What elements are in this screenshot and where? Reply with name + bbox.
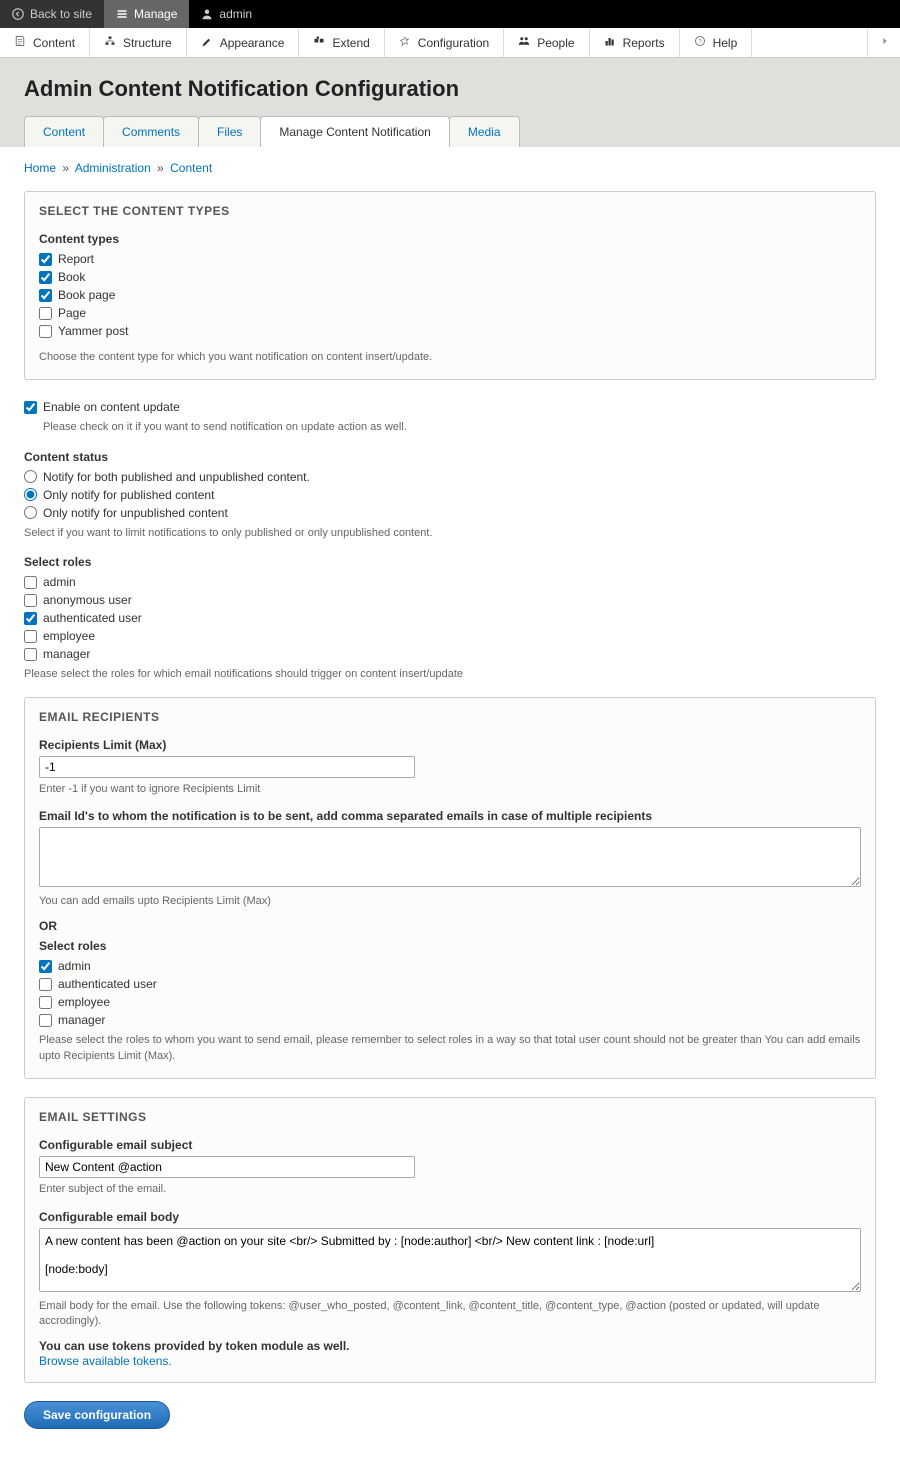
menu-reports[interactable]: Reports [590,28,680,57]
structure-icon [104,35,116,50]
recipient-roles-desc: Please select the roles to whom you want… [39,1033,861,1064]
ct-yammer-checkbox[interactable] [39,325,52,338]
user-menu[interactable]: admin [189,0,264,28]
cs-both-radio[interactable] [24,470,37,483]
recipients-limit-label: Recipients Limit (Max) [39,738,861,752]
reports-icon [604,35,616,50]
tokens-note: You can use tokens provided by token mod… [39,1339,861,1353]
content-status-section: Content status Notify for both published… [24,450,876,541]
email-settings-fieldset: Email Settings Configurable email subjec… [24,1097,876,1383]
recipients-limit-desc: Enter -1 if you want to ignore Recipient… [39,782,861,797]
menu-structure[interactable]: Structure [90,28,187,57]
select-roles-section: Select roles admin anonymous user authen… [24,555,876,682]
content-types-legend: Select the content types [25,192,875,226]
cs-published-radio[interactable] [24,488,37,501]
role-authenticated-checkbox[interactable] [24,612,37,625]
content-status-desc: Select if you want to limit notification… [24,526,876,541]
user-icon [201,8,213,20]
manage-label: Manage [134,7,177,21]
appearance-icon [201,35,213,50]
recipient-roles-label: Select roles [39,939,861,953]
recip-role-manager-checkbox[interactable] [39,1014,52,1027]
body-desc: Email body for the email. Use the follow… [39,1299,861,1330]
recip-role-employee-checkbox[interactable] [39,996,52,1009]
menu-content[interactable]: Content [0,28,90,57]
emails-textarea[interactable] [39,827,861,887]
content-area: Home » Administration » Content Select t… [0,147,900,1459]
collapse-icon [878,35,890,50]
content-types-label: Content types [39,232,861,246]
user-label: admin [219,7,252,21]
content-types-fieldset: Select the content types Content types R… [24,191,876,380]
ct-page-checkbox[interactable] [39,307,52,320]
svg-text:?: ? [698,39,702,45]
menu-configuration[interactable]: Configuration [385,28,504,57]
breadcrumb-home[interactable]: Home [24,161,56,175]
role-admin-checkbox[interactable] [24,576,37,589]
menu-people[interactable]: People [504,28,589,57]
subject-desc: Enter subject of the email. [39,1182,861,1197]
recip-role-authenticated-checkbox[interactable] [39,978,52,991]
menu-extend[interactable]: Extend [299,28,384,57]
subject-input[interactable] [39,1156,415,1178]
content-status-label: Content status [24,450,876,464]
tab-comments[interactable]: Comments [103,116,199,147]
enable-update-checkbox[interactable] [24,401,37,414]
help-icon: ? [694,35,706,50]
back-to-site[interactable]: Back to site [0,0,104,28]
role-employee-checkbox[interactable] [24,630,37,643]
ct-book-checkbox[interactable] [39,271,52,284]
tab-media[interactable]: Media [449,116,520,147]
configuration-icon [399,35,411,50]
recipients-limit-input[interactable] [39,756,415,778]
menu-appearance[interactable]: Appearance [187,28,300,57]
email-recipients-fieldset: Email Recipients Recipients Limit (Max) … [24,697,876,1080]
role-manager-checkbox[interactable] [24,648,37,661]
page-header: Admin Content Notification Configuration… [0,58,900,147]
content-types-desc: Choose the content type for which you wa… [39,350,861,365]
recip-role-admin-checkbox[interactable] [39,960,52,973]
email-settings-legend: Email Settings [25,1098,875,1132]
save-configuration-button[interactable]: Save configuration [24,1401,170,1429]
content-icon [14,35,26,50]
breadcrumb: Home » Administration » Content [24,161,876,175]
top-toolbar: Back to site Manage admin [0,0,900,28]
back-arrow-icon [12,8,24,20]
extend-icon [313,35,325,50]
enable-update-section: Enable on content update Please check on… [24,398,876,435]
manage-toggle[interactable]: Manage [104,0,189,28]
emails-label: Email Id's to whom the notification is t… [39,809,861,823]
enable-update-desc: Please check on it if you want to send n… [43,420,876,435]
hamburger-icon [116,8,128,20]
or-label: OR [39,919,861,933]
select-roles-label: Select roles [24,555,876,569]
primary-tabs: Content Comments Files Manage Content No… [24,116,876,147]
people-icon [518,35,530,50]
back-label: Back to site [30,7,92,21]
emails-desc: You can add emails upto Recipients Limit… [39,894,861,909]
admin-menu: Content Structure Appearance Extend Conf… [0,28,900,58]
role-anonymous-checkbox[interactable] [24,594,37,607]
cs-unpublished-radio[interactable] [24,506,37,519]
menu-collapse[interactable] [867,28,900,57]
body-label: Configurable email body [39,1210,861,1224]
tab-files[interactable]: Files [198,116,261,147]
tab-manage-content-notification[interactable]: Manage Content Notification [260,116,449,147]
breadcrumb-content[interactable]: Content [170,161,212,175]
ct-report-checkbox[interactable] [39,253,52,266]
email-recipients-legend: Email Recipients [25,698,875,732]
page-title: Admin Content Notification Configuration [24,76,876,102]
breadcrumb-administration[interactable]: Administration [75,161,151,175]
browse-tokens-link[interactable]: Browse available tokens. [39,1354,172,1368]
select-roles-desc: Please select the roles for which email … [24,667,876,682]
body-textarea[interactable] [39,1228,861,1292]
ct-book-page-checkbox[interactable] [39,289,52,302]
subject-label: Configurable email subject [39,1138,861,1152]
tab-content[interactable]: Content [24,116,104,147]
menu-help[interactable]: ? Help [680,28,753,57]
